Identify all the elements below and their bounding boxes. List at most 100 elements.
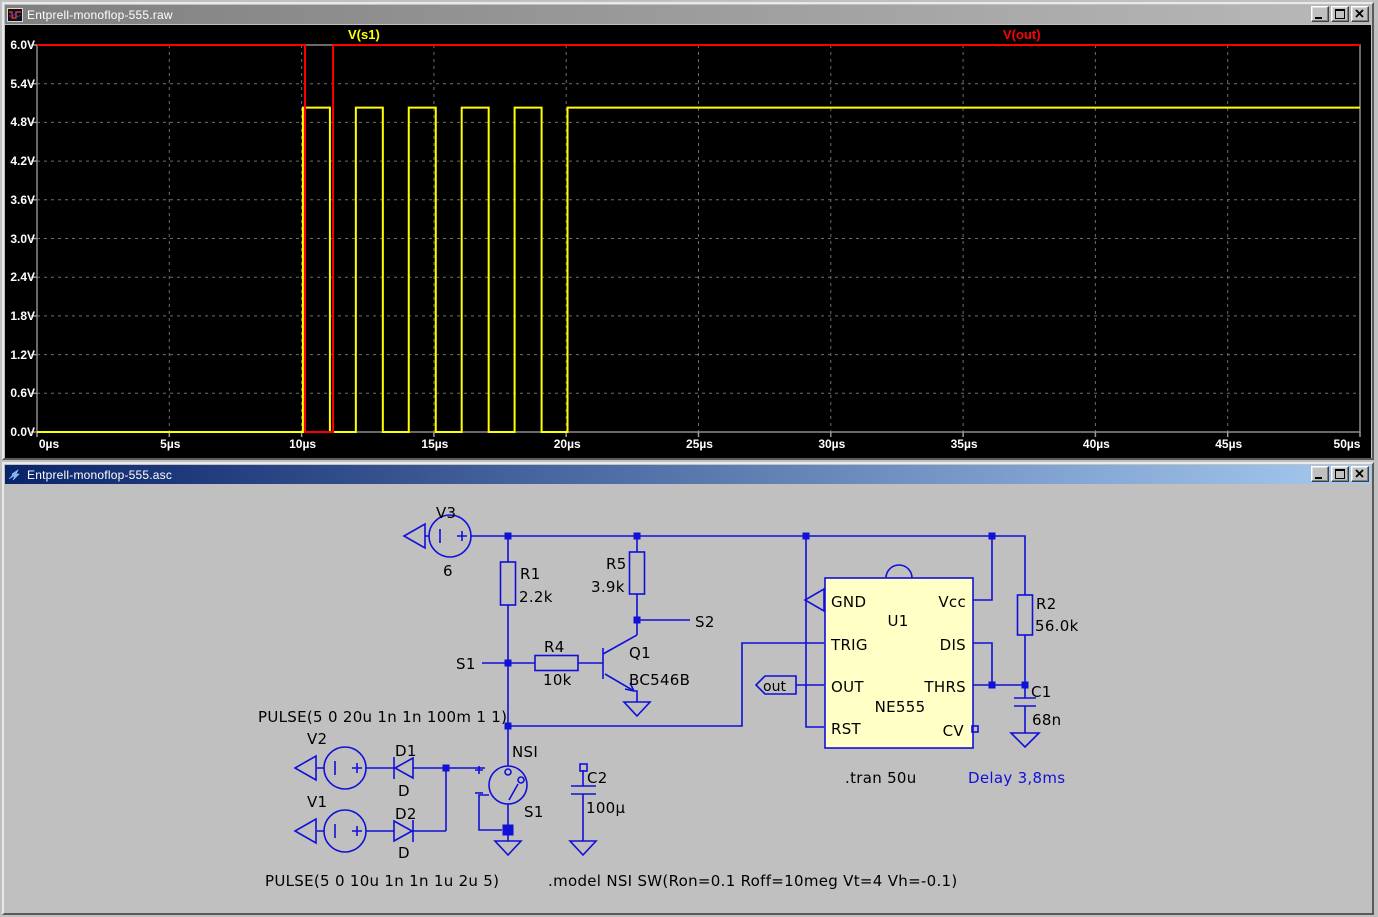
pin-cv: CV [943, 722, 965, 740]
svg-text:R1[interactable]: R1 [520, 565, 541, 583]
ltspice-mdi-workspace: Entprell-monoflop-555.raw 6.0V 5.4V 4.8V 4.… [0, 0, 1378, 917]
ground-flag-icon [805, 589, 824, 611]
u1-designator[interactable]: U1 [887, 612, 908, 630]
svg-text:C2[interactable]: C2 [587, 769, 608, 787]
pin-vcc: Vcc [938, 593, 966, 611]
maximize-button[interactable] [1331, 6, 1349, 22]
svg-text:BC546B[interactable]: BC546B [629, 671, 690, 689]
svg-text:56.0k[interactable]: 56.0k [1035, 617, 1079, 635]
svg-text:R2[interactable]: R2 [1036, 595, 1057, 613]
waveform-chart [5, 25, 1371, 458]
x-tick-label: 20µs [545, 437, 589, 452]
close-icon [1355, 9, 1364, 18]
svg-text:D[interactable]: D [398, 782, 410, 800]
svg-text:D2[interactable]: D2 [395, 805, 417, 823]
v3-value[interactable]: 6 [443, 562, 453, 580]
waveform-window-title: Entprell-monoflop-555.raw [27, 8, 173, 22]
s1-label[interactable]: S1 [524, 803, 544, 821]
svg-text:C1[interactable]: C1 [1031, 683, 1052, 701]
svg-text:100µ[interactable]: 100µ [586, 799, 626, 817]
pin-out: OUT [831, 678, 864, 696]
svg-text:3.9k[interactable]: 3.9k [591, 578, 625, 596]
pin-trig: TRIG [830, 636, 868, 654]
legend-vout[interactable]: V(out) [1003, 27, 1041, 42]
x-tick-label: 10µs [281, 437, 325, 452]
net-flag-out[interactable]: out [756, 676, 796, 695]
diode-d1[interactable]: D1 D [394, 742, 417, 800]
close-button[interactable] [1351, 466, 1369, 482]
u1-part[interactable]: NE555 [875, 698, 926, 716]
delay-comment[interactable]: Delay 3,8ms [968, 769, 1065, 787]
v3-label[interactable]: V3 [436, 504, 456, 522]
svg-text:R5[interactable]: R5 [606, 555, 627, 573]
minimize-button[interactable] [1311, 466, 1329, 482]
tran-directive[interactable]: .tran 50u [845, 769, 917, 787]
minimize-button[interactable] [1311, 6, 1329, 22]
svg-text:2.2k[interactable]: 2.2k [519, 588, 553, 606]
schematic-window-title: Entprell-monoflop-555.asc [27, 468, 172, 482]
ground-flag-icon [404, 524, 425, 548]
s1-model[interactable]: NSI [512, 743, 538, 761]
y-tick-label: 5.4V [5, 77, 35, 92]
pin-rst: RST [831, 720, 862, 738]
ground-flag-icon [570, 841, 596, 855]
schematic-titlebar[interactable]: Entprell-monoflop-555.asc [5, 465, 1371, 484]
pin-thrs: THRS [923, 678, 966, 696]
maximize-icon [1335, 9, 1345, 19]
resistor-r2[interactable]: R2 56.0k [1018, 595, 1079, 635]
x-tick-label: 25µs [678, 437, 722, 452]
svg-text:D1[interactable]: D1 [395, 742, 417, 760]
legend-vs1[interactable]: V(s1) [348, 27, 380, 42]
y-tick-label: 1.2V [5, 348, 35, 363]
maximize-button[interactable] [1331, 466, 1349, 482]
waveform-titlebar[interactable]: Entprell-monoflop-555.raw [5, 5, 1371, 24]
diode-d2[interactable]: D2 D [394, 805, 417, 862]
schematic-drawing: V3 6 R1 2.2k R5 3.9k R4 [5, 485, 1371, 913]
minimize-icon [1315, 477, 1322, 479]
svg-text:R4[interactable]: R4 [544, 638, 565, 656]
ground-flag-icon [624, 702, 650, 716]
schematic-canvas[interactable]: V3 6 R1 2.2k R5 3.9k R4 [5, 485, 1371, 913]
net-label-s1[interactable]: S1 [456, 655, 476, 673]
switch-s1[interactable]: NSI S1 [475, 743, 544, 855]
ic-u1-ne555[interactable]: GND TRIG OUT RST Vcc DIS THRS CV U1 NE55… [805, 565, 978, 748]
close-button[interactable] [1351, 6, 1369, 22]
model-directive[interactable]: .model NSI SW(Ron=0.1 Roff=10meg Vt=4 Vh… [548, 872, 958, 890]
y-tick-label: 3.0V [5, 232, 35, 247]
svg-text:V2[interactable]: V2 [307, 730, 327, 748]
y-tick-label: 6.0V [5, 38, 35, 53]
resistor-r5[interactable]: R5 3.9k [591, 552, 645, 596]
svg-text:68n[interactable]: 68n [1032, 711, 1062, 729]
y-tick-label: 0.6V [5, 386, 35, 401]
y-tick-label: 4.8V [5, 115, 35, 130]
y-tick-label: 2.4V [5, 270, 35, 285]
x-tick-label: 5µs [148, 437, 192, 452]
waveform-window: Entprell-monoflop-555.raw 6.0V 5.4V 4.8V 4.… [2, 2, 1374, 460]
close-icon [1355, 469, 1364, 478]
voltage-source-v1[interactable]: V1 [295, 793, 366, 852]
transistor-q1[interactable]: Q1 BC546B [603, 635, 690, 716]
svg-text:D[interactable]: D [398, 844, 410, 862]
pulse-v2-directive[interactable]: PULSE(5 0 20u 1n 1n 100m 1 1) [258, 708, 507, 726]
resistor-r1[interactable]: R1 2.2k [501, 562, 553, 606]
capacitor-c2[interactable]: C2 100µ [570, 764, 626, 855]
resistor-r4[interactable]: R4 10k [535, 638, 578, 689]
y-tick-label: 4.2V [5, 154, 35, 169]
x-tick-label: 15µs [413, 437, 457, 452]
svg-text:10k[interactable]: 10k [543, 671, 572, 689]
schematic-window-icon[interactable] [7, 468, 23, 482]
waveform-plot-area[interactable]: 6.0V5.4V4.8V4.2V3.6V3.0V2.4V1.8V1.2V0.6V… [5, 25, 1371, 458]
waveform-window-icon[interactable] [7, 8, 23, 22]
svg-text:V1[interactable]: V1 [307, 793, 327, 811]
x-tick-label: 30µs [810, 437, 854, 452]
pin-gnd: GND [831, 593, 866, 611]
capacitor-c1[interactable]: C1 68n [1011, 683, 1062, 747]
x-tick-label: 45µs [1207, 437, 1251, 452]
net-label-s2[interactable]: S2 [695, 613, 715, 631]
x-tick-label: 0µs [27, 437, 71, 452]
pulse-v1-directive[interactable]: PULSE(5 0 10u 1n 1n 1u 2u 5) [265, 872, 499, 890]
svg-text:out[interactable]: out [763, 679, 786, 695]
svg-text:Q1[interactable]: Q1 [629, 644, 651, 662]
voltage-source-v3[interactable]: V3 6 [404, 504, 471, 580]
voltage-source-v2[interactable]: V2 [295, 730, 366, 789]
